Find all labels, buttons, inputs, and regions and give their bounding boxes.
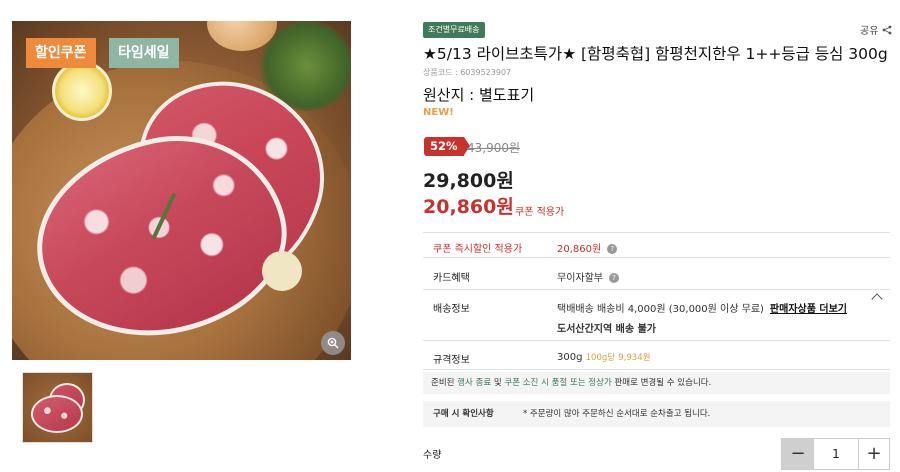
question-icon[interactable]: ? bbox=[607, 244, 618, 254]
spec-label: 규격정보 bbox=[433, 355, 470, 366]
lemon-graphic bbox=[52, 61, 112, 121]
product-thumbnail[interactable] bbox=[22, 372, 93, 443]
fat-graphic bbox=[262, 251, 302, 291]
spec-value: 300g 100g당 9,934원 bbox=[557, 351, 650, 363]
quantity-stepper: − 1 + bbox=[781, 438, 890, 470]
instant-coupon-row: 쿠폰 즉시할인 적용가 20,860원? bbox=[423, 232, 890, 257]
card-benefit-row: 카드혜택 무이자할부? bbox=[423, 257, 890, 289]
spec-row: 규격정보 300g 100g당 9,934원 bbox=[423, 340, 890, 370]
new-label: NEW! bbox=[423, 107, 454, 118]
original-price: 43,900원 bbox=[467, 141, 521, 155]
instant-coupon-amount: 20,860원 bbox=[557, 244, 602, 255]
coupon-price: 20,860원 bbox=[423, 196, 514, 218]
question-icon[interactable]: ? bbox=[609, 273, 619, 283]
share-icon bbox=[882, 25, 891, 35]
chevron-up-icon[interactable] bbox=[871, 293, 883, 305]
card-benefit-label: 카드혜택 bbox=[433, 273, 470, 284]
delivery-value: 택배배송 배송비 4,000원 (30,000원 이상 무료) 판매자상품 더보기 bbox=[557, 300, 847, 315]
delivery-text: 택배배송 배송비 4,000원 (30,000원 이상 무료) bbox=[557, 304, 764, 315]
purchase-check-row: 구매 시 확인사항 * 주문량이 많아 주문하신 순서대로 순차출고 됩니다. bbox=[423, 401, 890, 427]
free-shipping-tag: 조건별무료배송 bbox=[423, 22, 485, 38]
delivery-row: 배송정보 택배배송 배송비 4,000원 (30,000원 이상 무료) 판매자상… bbox=[423, 289, 890, 340]
unit-price-label: 100g당 bbox=[585, 353, 616, 363]
coupon-badge: 할인쿠폰 bbox=[26, 38, 96, 68]
quantity-increase-button[interactable]: + bbox=[858, 439, 889, 469]
notice-highlight: 행사 종료 bbox=[457, 378, 492, 388]
product-title: ★5/13 라이브초특가★ [함평축협] 함평천지한우 1++등급 등심 300… bbox=[423, 45, 888, 63]
timesale-badge: 타임세일 bbox=[109, 38, 179, 68]
share-button[interactable]: 공유 bbox=[858, 22, 892, 37]
notice-text: 준비된 bbox=[431, 378, 458, 388]
purchase-check-value: * 주문량이 많아 주문하신 순서대로 순차출고 됩니다. bbox=[523, 409, 711, 419]
quantity-decrease-button[interactable]: − bbox=[782, 439, 814, 469]
card-benefit-text: 무이자할부 bbox=[557, 273, 603, 284]
card-benefit-value: 무이자할부? bbox=[557, 269, 619, 284]
sale-notice: 준비된 행사 종료 및 쿠폰 소진 시 품절 또는 정상가 판매로 변경될 수 … bbox=[423, 372, 890, 394]
delivery-label: 배송정보 bbox=[433, 304, 470, 315]
product-code: 상품코드 : 6039523907 bbox=[423, 68, 512, 77]
purchase-check-label: 구매 시 확인사항 bbox=[433, 409, 494, 419]
coupon-applied-label: 쿠폰 적용가 bbox=[515, 207, 565, 218]
zoom-in-icon[interactable] bbox=[321, 331, 345, 355]
sale-price: 29,800원 bbox=[423, 170, 514, 192]
instant-coupon-value: 20,860원? bbox=[557, 240, 618, 255]
notice-highlight: 쿠폰 소진 시 품절 또는 정상가 bbox=[504, 378, 612, 388]
quantity-input[interactable]: 1 bbox=[814, 439, 858, 469]
quantity-label: 수량 bbox=[423, 450, 442, 461]
seller-products-link[interactable]: 판매자상품 더보기 bbox=[770, 304, 847, 315]
instant-coupon-label: 쿠폰 즉시할인 적용가 bbox=[433, 244, 523, 255]
unit-price-value: 9,934원 bbox=[618, 353, 651, 363]
discount-rate-badge: 52% bbox=[424, 137, 469, 156]
spec-weight: 300g bbox=[557, 352, 583, 363]
product-main-image[interactable] bbox=[12, 21, 351, 360]
steak-graphic bbox=[31, 395, 83, 433]
delivery-extra: 도서산간지역 배송 불가 bbox=[557, 324, 656, 335]
notice-text: 판매로 변경될 수 있습니다. bbox=[611, 378, 712, 388]
notice-text: 및 bbox=[491, 378, 505, 388]
share-label: 공유 bbox=[860, 26, 879, 37]
origin-info: 원산지 : 별도표기 bbox=[423, 86, 535, 104]
